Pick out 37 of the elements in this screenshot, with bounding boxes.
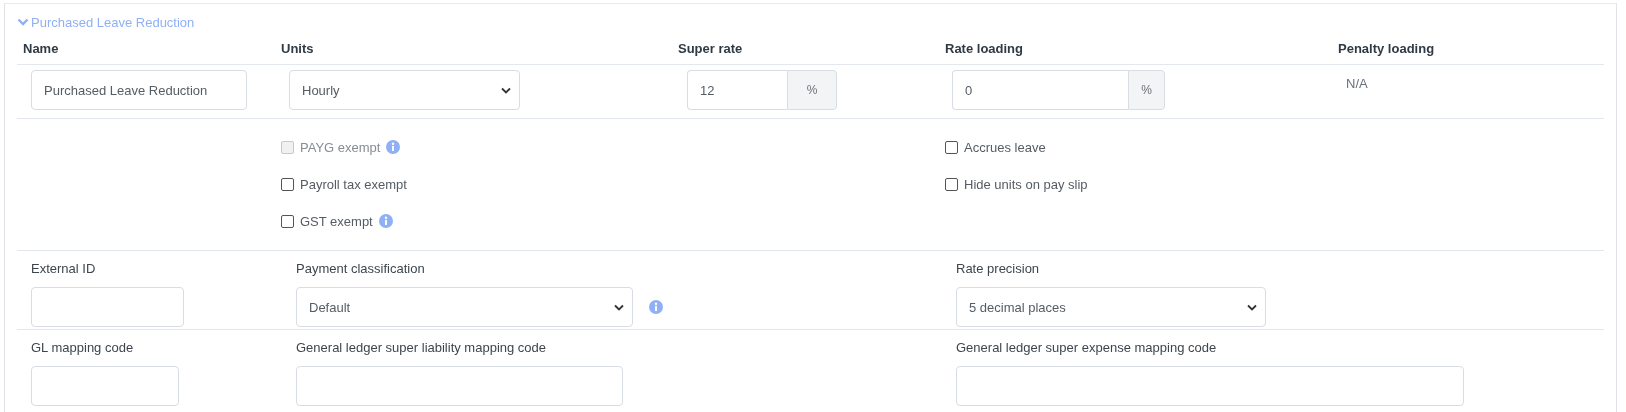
field-label: General ledger super liability mapping code: [296, 340, 548, 357]
info-icon[interactable]: [649, 300, 663, 314]
input-field[interactable]: [31, 366, 179, 406]
chevron-icon[interactable]: [17, 17, 29, 27]
checkbox[interactable]: [281, 214, 294, 228]
input-field[interactable]: [296, 366, 623, 406]
field-label: GL mapping code: [31, 340, 135, 357]
checkbox[interactable]: [945, 177, 958, 191]
checkbox[interactable]: [281, 177, 294, 191]
info-icon[interactable]: [378, 214, 393, 228]
rate-loading-field[interactable]: 0 %: [952, 70, 1338, 110]
caret-icon: [1247, 303, 1257, 311]
field-label: External ID: [31, 261, 97, 278]
checkbox-label: PAYG exempt: [300, 139, 381, 155]
field-label: General ledger super expense mapping code: [956, 340, 1218, 357]
input-field[interactable]: [31, 287, 184, 327]
caret-icon: [614, 303, 624, 311]
super-rate-field[interactable]: 12 %: [687, 70, 945, 110]
column-header: Super rate: [678, 40, 743, 56]
field-label: Payment classification: [296, 261, 426, 278]
column-header: Penalty loading: [1338, 40, 1435, 56]
select-dropdown[interactable]: Hourly: [289, 70, 520, 110]
field-label: Rate precision: [956, 261, 1041, 278]
column-header: Units: [281, 40, 314, 56]
column-header: Name: [23, 40, 59, 56]
input-field[interactable]: Purchased Leave Reduction: [31, 70, 247, 110]
caret-icon: [501, 86, 511, 94]
checkbox[interactable]: [945, 140, 958, 154]
select-dropdown[interactable]: 5 decimal places: [956, 287, 1266, 327]
column-header: Rate loading: [945, 40, 1023, 56]
select-dropdown[interactable]: Default: [296, 287, 633, 327]
checkbox-label: Accrues leave: [964, 139, 1046, 155]
input-field[interactable]: [956, 366, 1464, 406]
penalty-loading-value: N/A: [1345, 76, 1368, 91]
checkbox-label: Payroll tax exempt: [300, 176, 407, 192]
checkbox-label: Hide units on pay slip: [964, 176, 1088, 192]
checkbox-label: GST exempt: [300, 213, 373, 229]
